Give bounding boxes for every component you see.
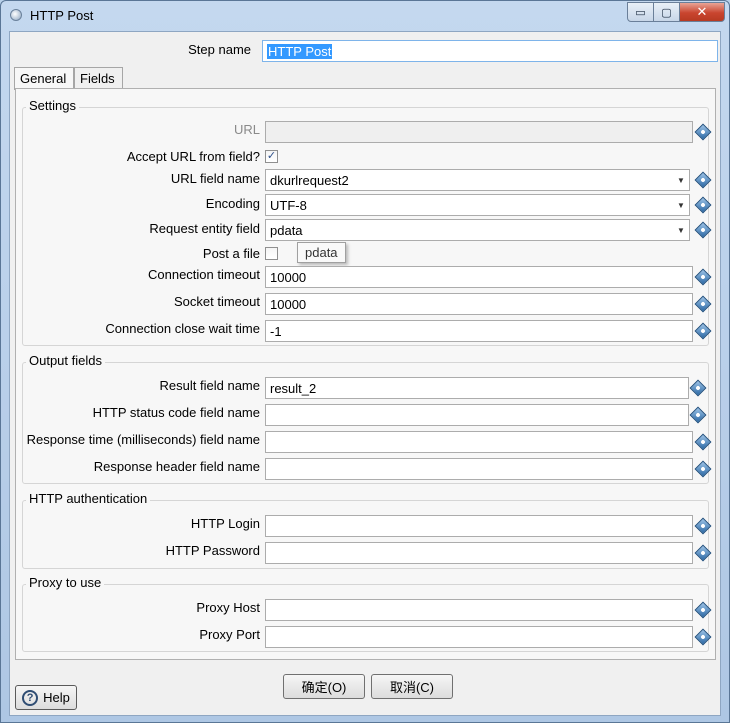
request-entity-label: Request entity field [149,221,260,236]
help-icon: ? [22,689,39,706]
response-time-label: Response time (milliseconds) field name [26,432,260,447]
url-field-name-combo[interactable]: dkurlrequest2 ▼ [265,169,690,191]
step-name-label: Step name [188,42,251,57]
status-code-input[interactable] [265,404,689,426]
url-label: URL [233,122,260,137]
window-controls: ▭ ▢ ✕ [627,2,725,22]
cancel-button[interactable]: 取消(C) [371,674,453,699]
help-button[interactable]: ? Help [15,685,77,710]
maximize-icon: ▢ [661,6,672,19]
encoding-value: UTF-8 [270,198,307,213]
close-wait-input[interactable]: -1 [265,320,693,342]
proxy-host-label: Proxy Host [196,600,260,615]
help-button-label: Help [43,690,70,705]
chevron-down-icon[interactable]: ▼ [673,195,689,215]
response-header-label: Response header field name [93,459,260,474]
url-input[interactable] [265,121,693,143]
chevron-down-icon[interactable]: ▼ [673,170,689,190]
http-auth-group-title: HTTP authentication [26,491,151,506]
http-password-label: HTTP Password [165,543,260,558]
step-name-input[interactable]: HTTP Post [262,40,718,62]
status-code-label: HTTP status code field name [92,405,260,420]
dialog-window: HTTP Post ▭ ▢ ✕ Step name HTTP Post Gene… [0,0,730,723]
minimize-button[interactable]: ▭ [627,2,654,22]
http-password-input[interactable] [265,542,693,564]
response-time-input[interactable] [265,431,693,453]
maximize-button[interactable]: ▢ [654,2,680,22]
response-header-input[interactable] [265,458,693,480]
accept-url-label: Accept URL from field? [126,149,260,164]
close-button[interactable]: ✕ [680,2,725,22]
post-file-label: Post a file [202,246,260,261]
http-login-label: HTTP Login [190,516,260,531]
ok-button[interactable]: 确定(O) [283,674,365,699]
connection-timeout-input[interactable]: 10000 [265,266,693,288]
encoding-label: Encoding [205,196,260,211]
socket-timeout-input[interactable]: 10000 [265,293,693,315]
general-tab-panel: Settings URL Accept URL from field? ✓ UR… [15,88,716,660]
tab-general[interactable]: General [14,67,74,90]
tooltip: pdata [297,242,346,263]
step-name-value: HTTP Post [267,44,333,59]
encoding-combo[interactable]: UTF-8 ▼ [265,194,690,216]
minimize-icon: ▭ [635,6,646,19]
dialog-body: Step name HTTP Post General Fields Setti… [9,31,721,716]
url-field-name-value: dkurlrequest2 [270,173,349,188]
proxy-host-input[interactable] [265,599,693,621]
proxy-group-title: Proxy to use [26,575,105,590]
proxy-port-input[interactable] [265,626,693,648]
app-icon [10,9,22,21]
tab-fields[interactable]: Fields [74,67,123,89]
post-file-checkbox[interactable] [265,247,278,260]
title-bar[interactable]: HTTP Post ▭ ▢ ✕ [1,1,729,31]
accept-url-checkbox[interactable]: ✓ [265,150,278,163]
http-login-input[interactable] [265,515,693,537]
proxy-port-label: Proxy Port [199,627,260,642]
window-title: HTTP Post [30,8,94,23]
cancel-button-label: 取消(C) [389,680,435,695]
connection-timeout-label: Connection timeout [147,267,260,282]
request-entity-value: pdata [270,223,303,238]
chevron-down-icon[interactable]: ▼ [673,220,689,240]
settings-group-title: Settings [26,98,79,113]
result-field-input[interactable]: result_2 [265,377,689,399]
output-fields-group-title: Output fields [26,353,105,368]
socket-timeout-label: Socket timeout [174,294,260,309]
ok-button-label: 确定(O) [301,680,347,695]
request-entity-combo[interactable]: pdata ▼ [265,219,690,241]
close-icon: ✕ [696,4,708,19]
close-wait-label: Connection close wait time [105,321,260,336]
result-field-label: Result field name [159,378,260,393]
check-icon: ✓ [266,150,277,162]
url-field-name-label: URL field name [170,171,260,186]
